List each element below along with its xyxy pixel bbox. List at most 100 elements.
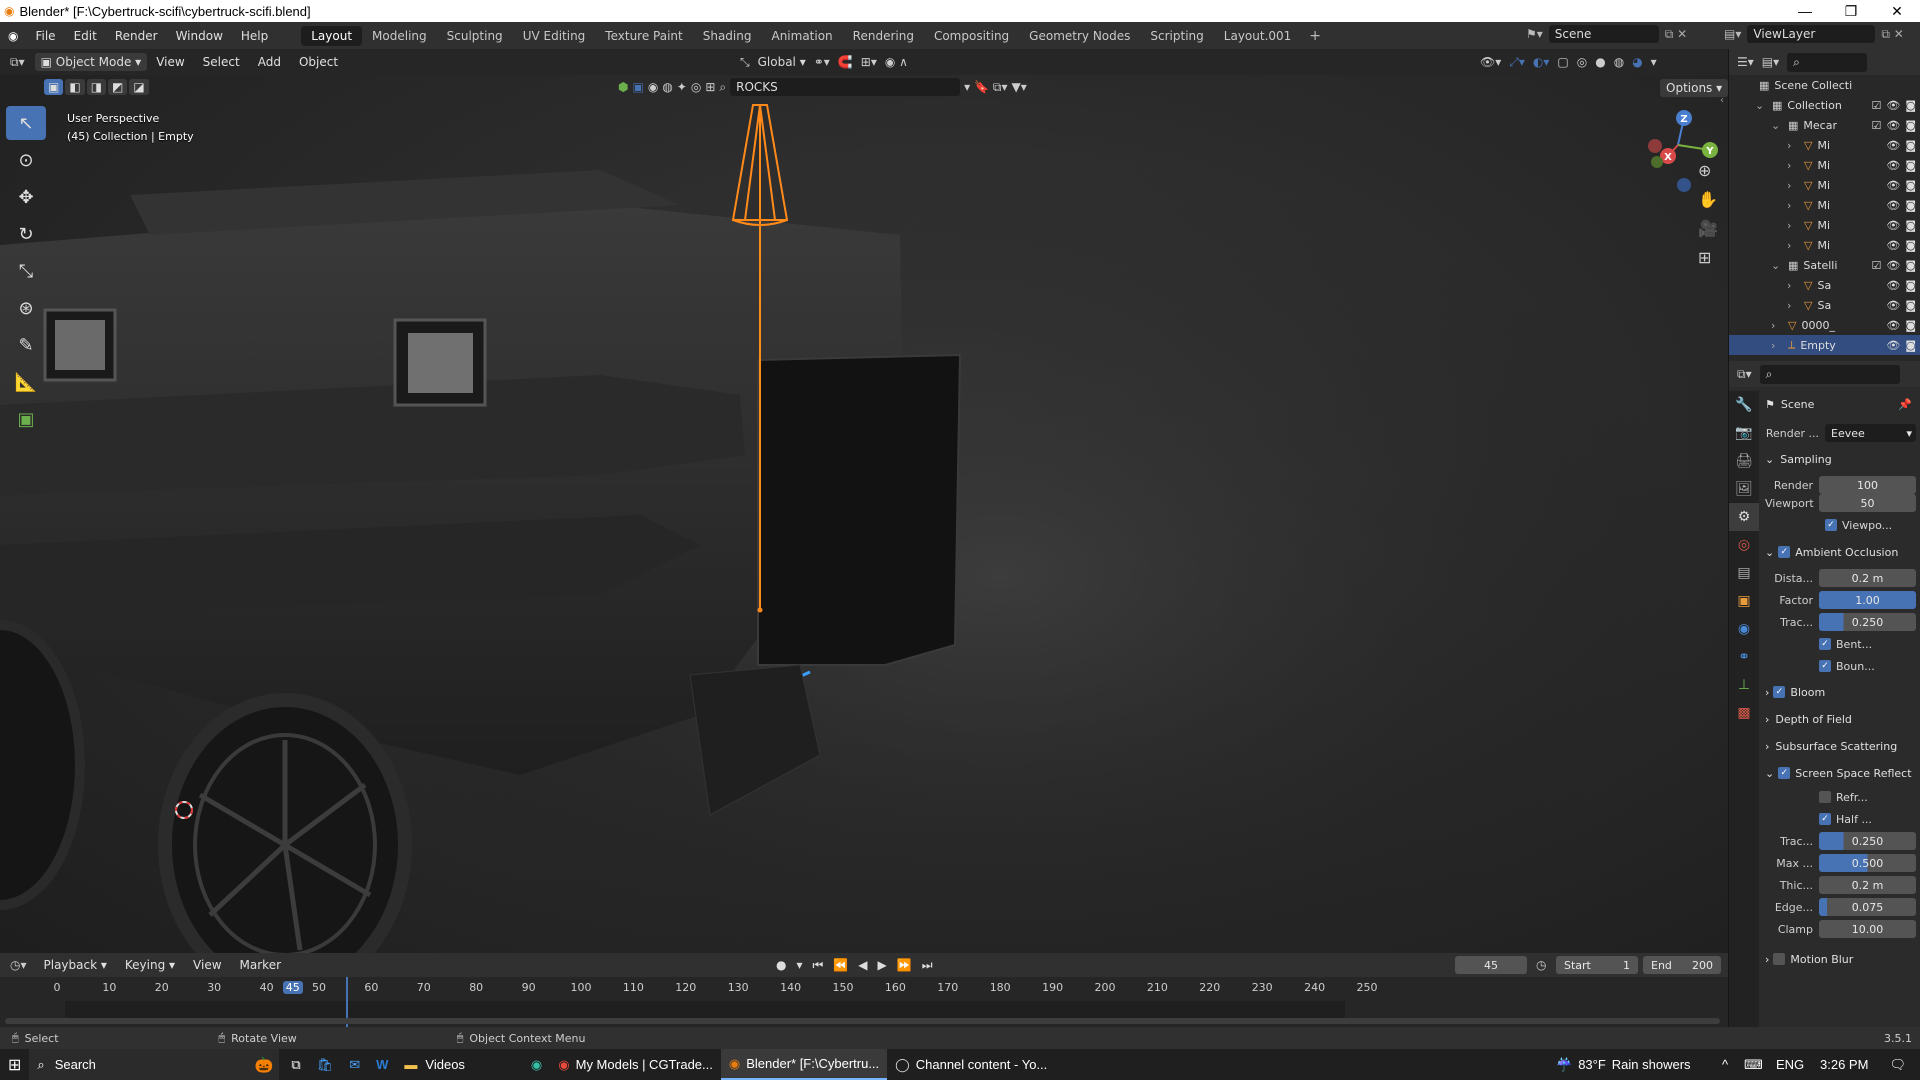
filter-empty-icon[interactable]: ◎	[691, 80, 701, 94]
zoom-icon[interactable]: ⊕	[1698, 161, 1718, 180]
constraints-tab-icon[interactable]: ⚭	[1729, 643, 1759, 671]
camera-icon[interactable]: ◙	[1905, 159, 1916, 172]
motion-blur-checkbox[interactable]	[1773, 953, 1786, 965]
camera-icon[interactable]: ◙	[1905, 179, 1916, 192]
camera-icon[interactable]: ◙	[1905, 219, 1916, 232]
tab-shading[interactable]: Shading	[693, 26, 762, 46]
shading-wireframe-icon[interactable]: ◎	[1577, 55, 1587, 69]
camera-icon[interactable]: ◙	[1905, 199, 1916, 212]
expand-arrow-icon[interactable]: ›	[1787, 179, 1799, 192]
cursor-tool-icon[interactable]: ⊙	[6, 143, 46, 177]
camera-icon[interactable]: ◙	[1905, 299, 1916, 312]
task-view-icon[interactable]: ⧉	[283, 1049, 308, 1080]
filter-camera-icon[interactable]: ✦	[677, 80, 687, 94]
tab-layout[interactable]: Layout	[301, 25, 363, 46]
scale-tool-icon[interactable]: ⤡	[6, 254, 46, 288]
expand-arrow-icon[interactable]: ›	[1771, 339, 1783, 352]
perspective-toggle-icon[interactable]: ⊞	[1698, 248, 1718, 267]
sampling-viewport-field[interactable]: 50	[1819, 494, 1916, 512]
expand-arrow-icon[interactable]: ⌄	[1771, 119, 1783, 132]
ao-distance-field[interactable]: 0.2 m	[1819, 569, 1916, 587]
tray-overflow-icon[interactable]: ^	[1714, 1049, 1736, 1080]
camera-icon[interactable]: ◙	[1905, 99, 1916, 112]
outliner-row[interactable]: › ▽ Mi 👁 ◙	[1729, 135, 1920, 155]
ssr-edge-field[interactable]: 0.075	[1819, 898, 1916, 916]
filter-light-icon[interactable]: ◍	[662, 80, 672, 94]
jump-end-icon[interactable]: ⏭	[922, 958, 933, 973]
menu-edit[interactable]: Edit	[65, 29, 106, 43]
render-tab-icon[interactable]: 📷	[1729, 419, 1759, 447]
menu-window[interactable]: Window	[167, 29, 232, 43]
keyboard-icon[interactable]: ⌨	[1736, 1049, 1771, 1080]
viewport-denoise-checkbox[interactable]: ✓	[1825, 519, 1837, 531]
layers-icon[interactable]: ⧉▾	[993, 80, 1008, 95]
pivot-icon[interactable]: ⚭▾	[814, 55, 830, 69]
taskbar-app-chrome[interactable]: ◉ My Models | CGTrade...	[550, 1049, 721, 1080]
camera-icon[interactable]: ◙	[1905, 259, 1916, 272]
expand-arrow-icon[interactable]: ›	[1771, 319, 1783, 332]
tab-scripting[interactable]: Scripting	[1140, 26, 1213, 46]
camera-icon[interactable]: ◙	[1905, 239, 1916, 252]
timeline-menu-playback[interactable]: Playback ▾	[35, 958, 116, 972]
object-tab-icon[interactable]: ▣	[1729, 587, 1759, 615]
ssr-clamp-field[interactable]: 10.00	[1819, 920, 1916, 938]
play-reverse-icon[interactable]: ◀	[858, 958, 867, 972]
ssr-thickness-field[interactable]: 0.2 m	[1819, 876, 1916, 894]
ao-bounce-checkbox[interactable]: ✓	[1819, 660, 1831, 672]
ssr-refraction-checkbox[interactable]	[1819, 791, 1831, 803]
word-icon[interactable]: W	[368, 1049, 396, 1080]
jump-keyframe-forward-icon[interactable]: ⏩	[897, 958, 912, 972]
shading-solid-icon[interactable]: ●	[1595, 55, 1605, 69]
tab-layout-001[interactable]: Layout.001	[1214, 26, 1302, 46]
select-extend-icon[interactable]: ◧	[65, 79, 85, 95]
taskbar-search[interactable]: ⌕ Search 🎃	[29, 1049, 280, 1080]
snap-target-icon[interactable]: ⊞▾	[861, 55, 877, 69]
scene-new-icon[interactable]: ⧉ ✕	[1665, 27, 1687, 42]
weather-widget[interactable]: ☔ 83°F Rain showers	[1548, 1049, 1699, 1080]
timeline-editor-icon[interactable]: ◷▾	[0, 958, 35, 972]
pin-icon[interactable]: 📌	[1898, 398, 1912, 411]
end-frame-field[interactable]: End 200	[1643, 956, 1721, 974]
properties-editor-icon[interactable]: ⧉▾	[1737, 367, 1752, 382]
ssr-half-res-checkbox[interactable]: ✓	[1819, 813, 1831, 825]
outliner-row[interactable]: ⌄ ▦ Satelli ☑ 👁 ◙	[1729, 255, 1920, 275]
collection-tab-icon[interactable]: ▤	[1729, 559, 1759, 587]
outliner-row[interactable]: › ▽ Mi 👁 ◙	[1729, 235, 1920, 255]
transform-orientation-dropdown[interactable]: Global ▾	[758, 55, 806, 69]
camera-view-icon[interactable]: 🎥	[1698, 219, 1718, 238]
outliner-row[interactable]: › ⟂ Empty 👁 ◙	[1729, 335, 1920, 355]
gizmo-toggle-icon[interactable]: ⤢▾	[1509, 55, 1525, 70]
play-icon[interactable]: ▶	[878, 958, 887, 972]
taskbar-app-youtube[interactable]: ◯ Channel content - Yo...	[887, 1049, 1055, 1080]
tab-sculpting[interactable]: Sculpting	[437, 26, 513, 46]
ssr-checkbox[interactable]: ✓	[1778, 767, 1791, 779]
minimize-button[interactable]: —	[1782, 0, 1828, 22]
snap-icon[interactable]: 🧲	[838, 55, 853, 69]
preview-range-icon[interactable]: ◷	[1536, 958, 1546, 972]
object-mode-dropdown[interactable]: ▣ Object Mode ▾	[34, 53, 148, 71]
taskbar-app-videos[interactable]: ▬ Videos	[396, 1049, 473, 1080]
mail-icon[interactable]: ✉	[341, 1049, 368, 1080]
menu-file[interactable]: File	[26, 29, 64, 43]
view-layer-new-icon[interactable]: ⧉ ✕	[1881, 27, 1903, 42]
overlay-toggle-icon[interactable]: ◐▾	[1533, 55, 1550, 69]
eye-icon[interactable]: 👁	[1886, 179, 1900, 192]
add-workspace-icon[interactable]: +	[1301, 28, 1329, 44]
add-cube-tool-icon[interactable]: ▣	[6, 402, 46, 436]
expand-arrow-icon[interactable]: ›	[1787, 219, 1799, 232]
transform-tool-icon[interactable]: ⊛	[6, 291, 46, 325]
rotate-tool-icon[interactable]: ↻	[6, 217, 46, 251]
current-frame-marker[interactable]: 45	[282, 981, 303, 994]
physics-tab-icon[interactable]: ◉	[1729, 615, 1759, 643]
select-difference-icon[interactable]: ◩	[108, 79, 128, 95]
restore-button[interactable]: ❐	[1828, 0, 1874, 22]
eye-icon[interactable]: 👁	[1886, 139, 1900, 152]
ao-panel-header[interactable]: ⌄ ✓ Ambient Occlusion	[1765, 541, 1916, 563]
filter-curve-icon[interactable]: ◉	[648, 80, 658, 94]
close-button[interactable]: ✕	[1874, 0, 1920, 22]
start-frame-field[interactable]: Start 1	[1556, 956, 1638, 974]
outliner-row[interactable]: › ▽ Mi 👁 ◙	[1729, 215, 1920, 235]
collection-filter-field[interactable]: ROCKS	[730, 78, 961, 96]
edge-icon[interactable]: ◉	[523, 1049, 550, 1080]
sidebar-toggle-icon[interactable]: ‹	[1720, 95, 1724, 106]
